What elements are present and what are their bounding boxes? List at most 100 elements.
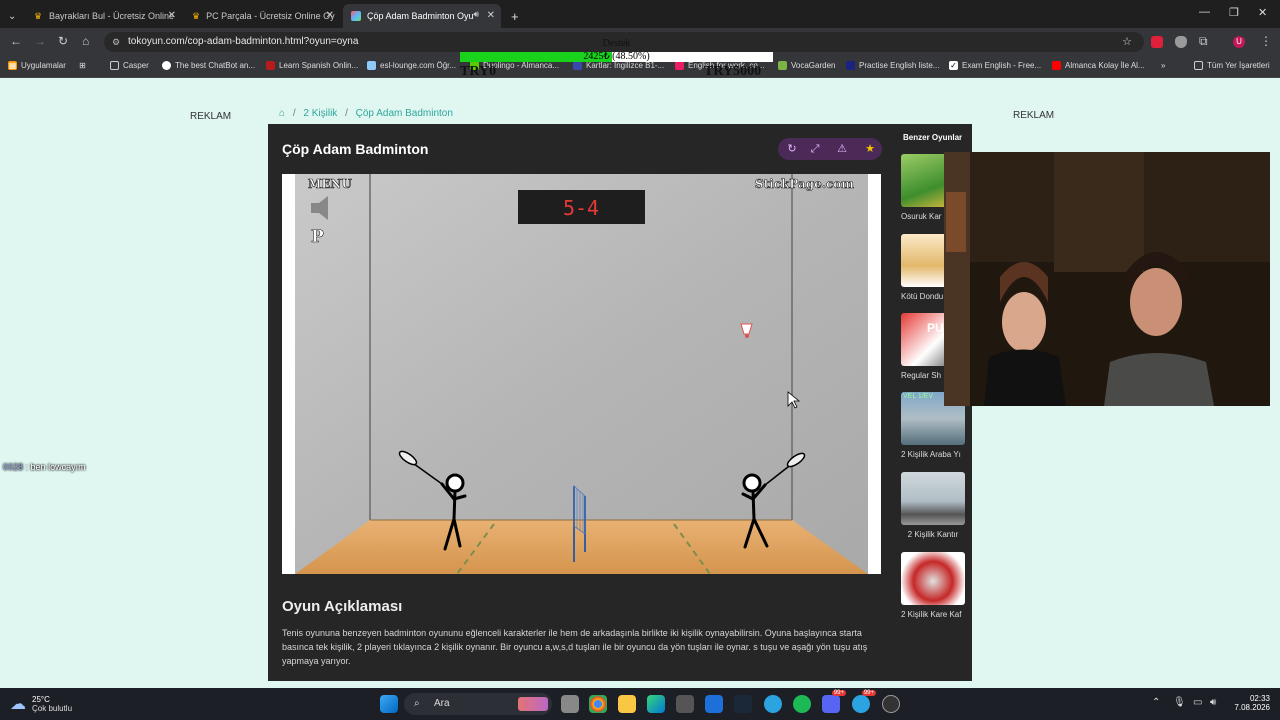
bookmark-almanca-kolay[interactable]: Almanca Kolay İle Al...: [1052, 61, 1145, 70]
bookmark-star-icon[interactable]: ☆: [1122, 32, 1132, 52]
tab-pc-parcala[interactable]: ♛ PC Parçala - Ücretsiz Online Oy ✕: [184, 4, 340, 28]
donation-label: Destek: [602, 38, 631, 49]
edge-icon[interactable]: [647, 695, 665, 713]
close-tab-icon[interactable]: ✕: [326, 10, 334, 21]
browser-tab-strip: ⌄ ♛ Bayrakları Bul - Ücretsiz Online ✕ ♛…: [0, 0, 1280, 28]
taskbar-search[interactable]: ⌕ Ara: [404, 693, 552, 715]
profile-avatar[interactable]: U: [1233, 36, 1245, 48]
court-wall: [295, 174, 868, 574]
shield-extension-icon[interactable]: [1175, 36, 1187, 48]
check-icon: ✓: [949, 61, 958, 70]
folder-icon: [110, 61, 119, 70]
close-tab-icon[interactable]: ✕: [487, 10, 495, 21]
menu-kebab-icon[interactable]: ⋮: [1260, 34, 1272, 48]
stickpage-logo: StickPage.com: [755, 177, 854, 191]
apps-grid-icon: ▦: [8, 61, 17, 70]
windows-taskbar: ☁ 25°C Çok bulutlu ⌕ Ara 99+ 99+ ⌃ 🎙︎ ▭ …: [0, 688, 1280, 720]
search-icon: ⌕: [414, 698, 420, 709]
crown-icon: ♛: [34, 11, 43, 21]
breadcrumb: ⌂ / 2 Kişilik / Çöp Adam Badminton: [279, 108, 453, 119]
page-title: Çöp Adam Badminton: [282, 141, 429, 157]
spanish-icon: [266, 61, 275, 70]
store-icon[interactable]: [676, 695, 694, 713]
telegram-alt-icon[interactable]: 99+: [852, 690, 876, 713]
openai-icon: [162, 61, 171, 70]
bookmark-esl-lounge[interactable]: esl-lounge.com Öğr...: [367, 61, 456, 70]
home-icon[interactable]: ⌂: [82, 34, 89, 48]
description-title: Oyun Açıklaması: [282, 598, 403, 615]
breadcrumb-2-kisilik[interactable]: 2 Kişilik: [303, 108, 337, 119]
home-icon[interactable]: ⌂: [279, 108, 285, 119]
forward-icon[interactable]: →: [34, 34, 46, 48]
more-bookmarks[interactable]: »: [1161, 61, 1165, 70]
all-bookmarks[interactable]: Tüm Yer İşaretleri: [1194, 61, 1270, 70]
new-tab-button[interactable]: +: [503, 4, 523, 28]
bookmark-apps-grid[interactable]: ⊞: [78, 61, 91, 70]
tab-search-dropdown[interactable]: ⌄: [0, 4, 24, 28]
chevron-up-icon[interactable]: ⌃: [1152, 697, 1160, 708]
close-window-icon[interactable]: ✕: [1258, 6, 1267, 19]
weather-widget[interactable]: ☁ 25°C Çok bulutlu: [10, 694, 72, 714]
spotify-icon[interactable]: [793, 695, 811, 713]
speaker-icon[interactable]: 🔊︎: [473, 9, 479, 20]
chat-message: : ben lowcayım: [25, 462, 86, 472]
bookmark-practise-english[interactable]: Practise English liste...: [846, 61, 939, 70]
practise-icon: [846, 61, 855, 70]
description-text: Tenis oyununa benzeyen badminton oyununu…: [282, 628, 868, 666]
refresh-icon[interactable]: ↻: [784, 141, 800, 157]
tab-bayraklari-bul[interactable]: ♛ Bayrakları Bul - Ücretsiz Online ✕: [26, 4, 182, 28]
game-canvas[interactable]: 5-4 MENU P StickPage.com: [282, 174, 881, 574]
discord-icon[interactable]: 99+: [822, 690, 846, 713]
obs-icon[interactable]: [882, 695, 900, 713]
tab-cop-adam-badminton[interactable]: Çöp Adam Badminton Oyu 🔊︎ ✕: [343, 4, 501, 28]
chat-user: 0028: [3, 462, 24, 472]
bookmark-learn-spanish[interactable]: Learn Spanish Onlin...: [266, 61, 358, 70]
restore-icon[interactable]: ❐: [1229, 6, 1239, 19]
bookmark-vocagarden[interactable]: VocaGarden: [778, 61, 835, 70]
breadcrumb-current[interactable]: Çöp Adam Badminton: [356, 108, 453, 119]
favorite-star-icon[interactable]: ★: [862, 141, 878, 157]
cloud-icon: ☁: [10, 696, 26, 713]
close-tab-icon[interactable]: ✕: [168, 10, 176, 21]
webcam-overlay: [944, 152, 1270, 406]
donation-max: TRY5000: [704, 64, 762, 79]
extensions-puzzle-icon[interactable]: ⧉: [1199, 34, 1208, 49]
chrome-icon[interactable]: [589, 695, 607, 713]
file-explorer-icon[interactable]: [618, 695, 636, 713]
game-thumbnail: [901, 472, 965, 525]
display-icon[interactable]: ▭: [1193, 697, 1202, 708]
task-view-icon[interactable]: [561, 695, 579, 713]
telegram-icon[interactable]: [764, 695, 782, 713]
similar-game-item[interactable]: 2 Kişilik Kare Kaf: [901, 552, 965, 619]
start-icon[interactable]: [380, 695, 398, 713]
bookmark-casper[interactable]: Casper: [110, 61, 149, 70]
clock[interactable]: 02:33 7.08.2026: [1226, 694, 1270, 712]
steam-icon[interactable]: [734, 695, 752, 713]
game-menu-button[interactable]: MENU: [308, 177, 353, 192]
extension-red-icon[interactable]: [1151, 36, 1163, 48]
game-thumbnail: [901, 552, 965, 605]
court-floor: [295, 520, 868, 574]
bookmark-exam-english[interactable]: ✓ Exam English - Free...: [949, 61, 1041, 70]
esl-icon: [367, 61, 376, 70]
site-info-icon[interactable]: ⚙: [112, 32, 120, 52]
donation-amount: 2425₺ (48.50%): [583, 51, 650, 62]
game-toolbar: ↻ ⤢ ⚠ ★: [778, 138, 882, 160]
report-warning-icon[interactable]: ⚠: [834, 141, 850, 157]
game-panel: Çöp Adam Badminton ↻ ⤢ ⚠ ★ 5-4 MENU P St…: [268, 124, 894, 681]
fullscreen-icon[interactable]: ⤢: [807, 141, 823, 157]
mail-icon[interactable]: [705, 695, 723, 713]
back-icon[interactable]: ←: [10, 34, 22, 48]
volume-icon[interactable]: 🔊︎: [1210, 697, 1216, 708]
youtube-icon: [1052, 61, 1061, 70]
crown-icon: ♛: [192, 11, 201, 21]
microphone-icon[interactable]: 🎙︎: [1173, 697, 1186, 708]
ad-label-right: REKLAM: [1013, 110, 1055, 121]
pause-button[interactable]: P: [311, 227, 325, 248]
minimize-icon[interactable]: —: [1199, 6, 1210, 18]
similar-game-item[interactable]: 2 Kişilik Kantır: [901, 472, 965, 539]
badminton-court: 5-4 MENU P StickPage.com: [282, 174, 881, 574]
bookmark-chatbot[interactable]: The best ChatBot an...: [162, 61, 255, 70]
bookmark-apps[interactable]: ▦ Uygulamalar: [8, 61, 66, 70]
reload-icon[interactable]: ↻: [58, 34, 68, 48]
